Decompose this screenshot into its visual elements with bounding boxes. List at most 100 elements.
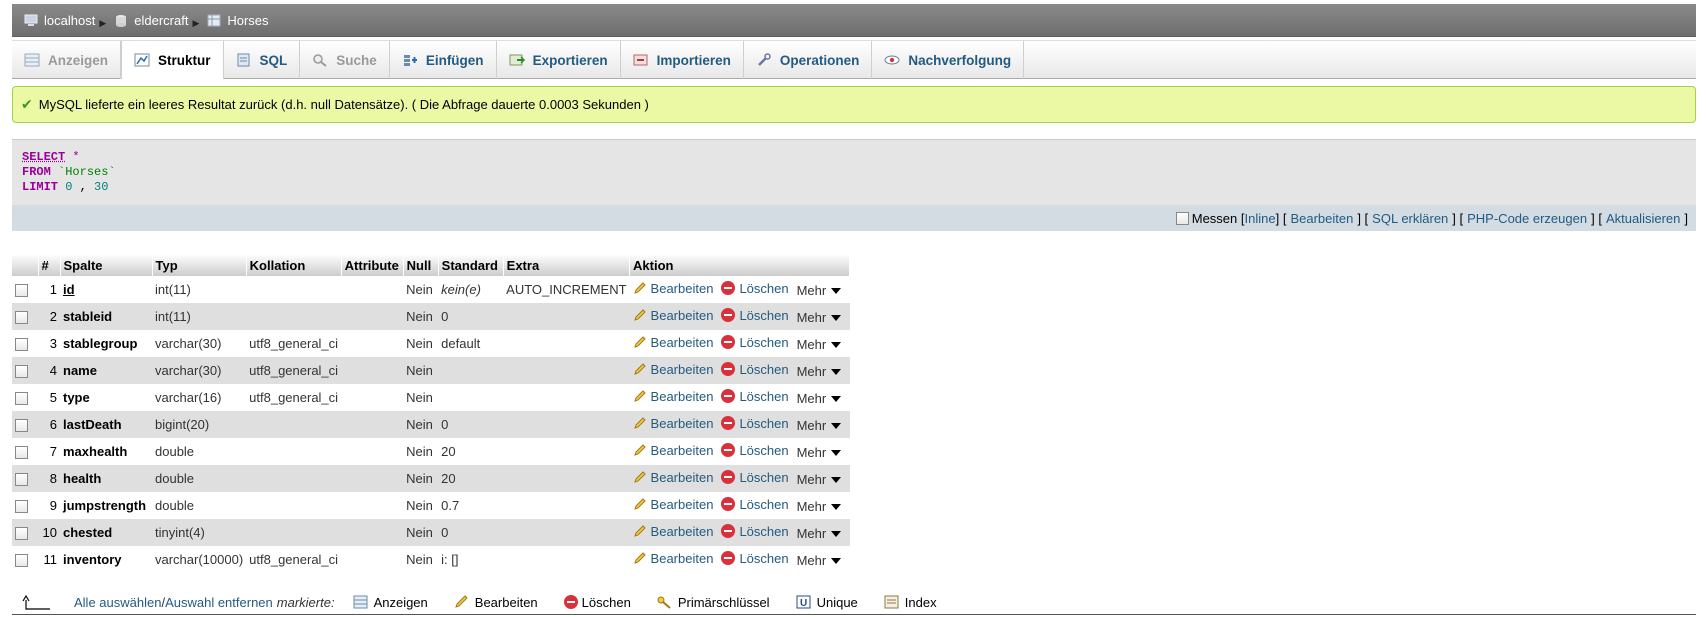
explain-sql-link[interactable]: SQL erklären <box>1372 211 1448 226</box>
column-default: 20 <box>438 438 504 465</box>
delete-column-button[interactable]: Löschen <box>721 470 789 485</box>
bulk-unique-button[interactable]: U Unique <box>796 595 858 610</box>
export-icon <box>509 54 525 66</box>
more-label: Mehr <box>796 553 827 569</box>
row-checkbox[interactable] <box>15 311 28 325</box>
tab-export-label: Exportieren <box>532 52 608 68</box>
column-default: 20 <box>438 465 504 492</box>
row-actions: Bearbeiten Löschen Mehr <box>629 384 850 411</box>
tab-insert[interactable]: Einfügen <box>390 41 497 79</box>
more-dropdown[interactable]: Mehr <box>797 391 842 406</box>
breadcrumb-database[interactable]: eldercraft <box>114 13 188 28</box>
browse-icon <box>24 53 40 67</box>
row-checkbox[interactable] <box>15 419 28 433</box>
bulk-browse-label: Anzeigen <box>373 594 428 610</box>
edit-column-button[interactable]: Bearbeiten <box>633 335 713 350</box>
more-dropdown[interactable]: Mehr <box>797 499 842 514</box>
delete-column-button[interactable]: Löschen <box>721 389 789 404</box>
delete-column-button[interactable]: Löschen <box>721 281 789 296</box>
column-default: i: [] <box>438 546 504 573</box>
more-dropdown[interactable]: Mehr <box>797 526 842 541</box>
edit-column-button[interactable]: Bearbeiten <box>633 497 713 512</box>
column-name: jumpstrength <box>60 492 152 519</box>
column-type: tinyint(4) <box>152 519 247 546</box>
row-checkbox[interactable] <box>15 392 28 406</box>
profiling-checkbox[interactable] <box>1175 211 1189 225</box>
row-checkbox[interactable] <box>15 338 28 352</box>
select-all-link[interactable]: Alle auswählen <box>74 595 161 610</box>
edit-query-link[interactable]: Bearbeiten <box>1290 211 1353 226</box>
delete-icon <box>563 595 578 609</box>
create-php-code-link[interactable]: PHP-Code erzeugen <box>1467 211 1587 226</box>
delete-column-button[interactable]: Löschen <box>721 416 789 431</box>
tab-import[interactable]: Importieren <box>621 41 744 79</box>
edit-column-button[interactable]: Bearbeiten <box>633 443 713 458</box>
more-label: Mehr <box>796 283 827 299</box>
row-checkbox[interactable] <box>15 365 28 379</box>
inline-edit-link[interactable]: Inline <box>1245 211 1276 226</box>
row-checkbox[interactable] <box>15 527 28 541</box>
sql-keyword: FROM <box>22 165 51 179</box>
tab-search[interactable]: Suche <box>300 41 390 79</box>
bulk-edit-button[interactable]: Bearbeiten <box>454 595 538 610</box>
edit-column-button[interactable]: Bearbeiten <box>633 470 713 485</box>
edit-column-button[interactable]: Bearbeiten <box>633 362 713 377</box>
tab-export[interactable]: Exportieren <box>497 41 621 79</box>
edit-column-button[interactable]: Bearbeiten <box>633 308 713 323</box>
pencil-icon <box>633 552 646 565</box>
bracket: ] <box>1684 210 1688 226</box>
edit-column-button[interactable]: Bearbeiten <box>633 389 713 404</box>
breadcrumb-server[interactable]: localhost <box>24 13 95 28</box>
delete-column-button[interactable]: Löschen <box>721 335 789 350</box>
column-collation: utf8_general_ci <box>246 330 342 357</box>
row-checkbox[interactable] <box>15 554 28 568</box>
sql-table-name: `Horses` <box>50 165 116 179</box>
bulk-index-button[interactable]: Index <box>884 595 937 610</box>
breadcrumb-table[interactable]: Horses <box>207 13 269 28</box>
caret-down-icon <box>831 422 842 429</box>
tab-sql[interactable]: SQL <box>224 41 301 79</box>
more-dropdown[interactable]: Mehr <box>797 445 842 460</box>
edit-column-button[interactable]: Bearbeiten <box>633 416 713 431</box>
header-default: Standard <box>438 254 504 276</box>
more-dropdown[interactable]: Mehr <box>797 310 842 325</box>
more-dropdown[interactable]: Mehr <box>797 418 842 433</box>
table-row: 8 health double Nein 20 Bearbeiten Löschen Mehr <box>12 465 850 492</box>
header-checkbox-col <box>12 254 39 276</box>
delete-column-button[interactable]: Löschen <box>721 443 789 458</box>
edit-column-button[interactable]: Bearbeiten <box>633 524 713 539</box>
edit-column-button[interactable]: Bearbeiten <box>633 551 713 566</box>
row-checkbox[interactable] <box>15 500 28 514</box>
delete-column-button[interactable]: Löschen <box>721 497 789 512</box>
more-dropdown[interactable]: Mehr <box>797 472 842 487</box>
breadcrumb-database-label: eldercraft <box>134 12 189 28</box>
tab-browse[interactable]: Anzeigen <box>12 41 122 79</box>
delete-column-button[interactable]: Löschen <box>721 362 789 377</box>
bulk-delete-button[interactable]: Löschen <box>563 595 631 610</box>
row-checkbox[interactable] <box>15 446 28 460</box>
bulk-browse-button[interactable]: Anzeigen <box>353 595 428 610</box>
table-row: 9 jumpstrength double Nein 0.7 Bearbeiten Lösc… <box>12 492 850 519</box>
delete-column-button[interactable]: Löschen <box>721 551 789 566</box>
bulk-primary-key-button[interactable]: Primärschlüssel <box>657 595 770 610</box>
delete-column-button[interactable]: Löschen <box>721 524 789 539</box>
more-dropdown[interactable]: Mehr <box>797 337 842 352</box>
refresh-link[interactable]: Aktualisieren <box>1606 211 1680 226</box>
tab-tracking[interactable]: Nachverfolgung <box>872 41 1025 79</box>
breadcrumb-separator: ▶ <box>192 17 200 28</box>
edit-column-button[interactable]: Bearbeiten <box>633 281 713 296</box>
row-number: 5 <box>38 384 60 411</box>
row-checkbox[interactable] <box>15 284 28 298</box>
column-extra <box>503 492 630 519</box>
row-actions: Bearbeiten Löschen Mehr <box>629 330 850 357</box>
more-dropdown[interactable]: Mehr <box>797 283 842 298</box>
delete-column-button[interactable]: Löschen <box>721 308 789 323</box>
more-dropdown[interactable]: Mehr <box>797 364 842 379</box>
more-dropdown[interactable]: Mehr <box>797 553 842 568</box>
tab-operations[interactable]: Operationen <box>744 41 873 79</box>
tab-structure[interactable]: Struktur <box>121 41 224 79</box>
row-checkbox[interactable] <box>15 473 28 487</box>
column-name[interactable]: id <box>60 276 152 303</box>
header-column: Spalte <box>60 254 153 276</box>
deselect-all-link[interactable]: Auswahl entfernen <box>165 595 273 610</box>
